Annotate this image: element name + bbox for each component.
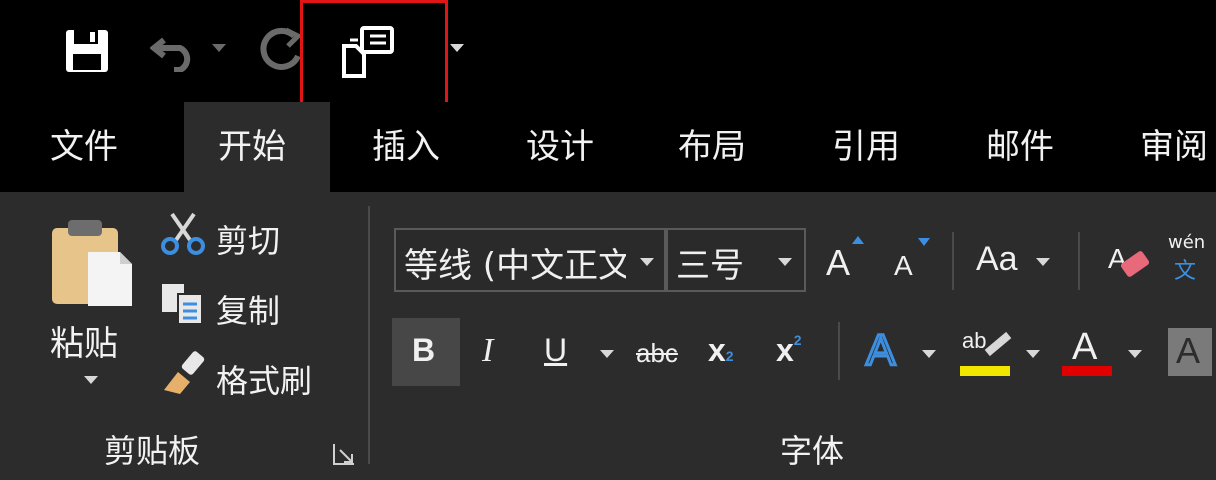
format-painter-icon[interactable] — [160, 350, 208, 396]
shrink-font-button[interactable]: A — [894, 250, 913, 282]
tab-file[interactable]: 文件 — [50, 124, 118, 170]
font-color-dropdown-icon[interactable] — [1128, 350, 1142, 358]
phonetic-guide-button[interactable]: wén 文 — [1168, 232, 1216, 288]
bold-button[interactable]: B — [412, 332, 435, 369]
paste-label[interactable]: 粘贴 — [50, 316, 118, 365]
subscript-mark: 2 — [725, 348, 734, 364]
change-case-dropdown-icon[interactable] — [1036, 258, 1050, 266]
cut-icon[interactable] — [160, 212, 206, 256]
save-icon[interactable] — [64, 28, 110, 74]
tab-layout[interactable]: 布局 — [678, 124, 746, 170]
underline-dropdown-icon[interactable] — [600, 350, 614, 358]
format-painter-label[interactable]: 格式刷 — [216, 356, 312, 402]
font-name-value: 等线 (中文正文 — [404, 246, 626, 286]
paste-icon[interactable] — [50, 218, 136, 308]
copy-label[interactable]: 复制 — [216, 286, 280, 332]
font-size-value: 三号 — [676, 246, 744, 286]
font-size-combo[interactable]: 三号 — [666, 228, 806, 292]
clipboard-launcher-icon[interactable] — [332, 442, 356, 466]
touch-mouse-mode-icon[interactable] — [340, 26, 396, 78]
text-effect-dropdown-icon[interactable] — [922, 350, 936, 358]
shrink-arrow-icon — [918, 238, 930, 246]
superscript-mark: 2 — [793, 332, 802, 348]
font-color-button[interactable]: A — [1072, 326, 1097, 369]
font-tools-separator — [952, 232, 954, 290]
tab-review[interactable]: 审阅 — [1140, 124, 1208, 170]
undo-icon[interactable] — [149, 28, 198, 73]
tab-mailings[interactable]: 邮件 — [986, 124, 1054, 170]
group-separator — [368, 206, 370, 464]
font-size-dropdown-icon[interactable] — [778, 258, 792, 266]
cut-label[interactable]: 剪切 — [216, 216, 280, 262]
copy-icon[interactable] — [160, 282, 206, 326]
font-tools-separator-2 — [1078, 232, 1080, 290]
char-shading-label: A — [1176, 330, 1201, 371]
superscript-button[interactable]: x2 — [776, 332, 802, 369]
clipboard-group-label: 剪贴板 — [104, 432, 201, 470]
font-effects-separator — [838, 322, 840, 380]
font-name-combo[interactable]: 等线 (中文正文 — [394, 228, 666, 292]
tab-references[interactable]: 引用 — [832, 124, 900, 170]
undo-dropdown-icon[interactable] — [212, 44, 226, 52]
font-group-label: 字体 — [780, 432, 845, 470]
paste-dropdown-icon[interactable] — [84, 376, 98, 384]
superscript-x: x — [776, 332, 794, 368]
change-case-button[interactable]: Aa — [976, 240, 1018, 279]
text-effect-button[interactable]: A — [864, 325, 896, 377]
phonetic-bottom: 文 — [1174, 259, 1197, 284]
font-color-bar — [1062, 366, 1112, 376]
subscript-button[interactable]: x2 — [708, 332, 734, 369]
highlight-color-bar — [960, 366, 1010, 376]
subscript-x: x — [708, 332, 726, 368]
tab-insert[interactable]: 插入 — [372, 124, 440, 170]
underline-button[interactable]: U — [544, 332, 567, 369]
phonetic-top: wén — [1168, 232, 1206, 253]
customize-qat-icon[interactable] — [450, 44, 464, 52]
highlight-dropdown-icon[interactable] — [1026, 350, 1040, 358]
grow-arrow-icon — [852, 236, 864, 244]
font-name-dropdown-icon[interactable] — [640, 258, 654, 266]
clear-formatting-icon[interactable]: A — [1106, 238, 1152, 284]
grow-font-button[interactable]: A — [826, 242, 850, 284]
strikethrough-button[interactable]: abc — [636, 338, 678, 369]
italic-button[interactable]: I — [482, 332, 493, 370]
redo-icon[interactable] — [258, 26, 306, 74]
highlight-button[interactable]: ab — [962, 328, 986, 354]
tab-design[interactable]: 设计 — [526, 124, 594, 170]
tab-home[interactable]: 开始 — [218, 124, 286, 170]
